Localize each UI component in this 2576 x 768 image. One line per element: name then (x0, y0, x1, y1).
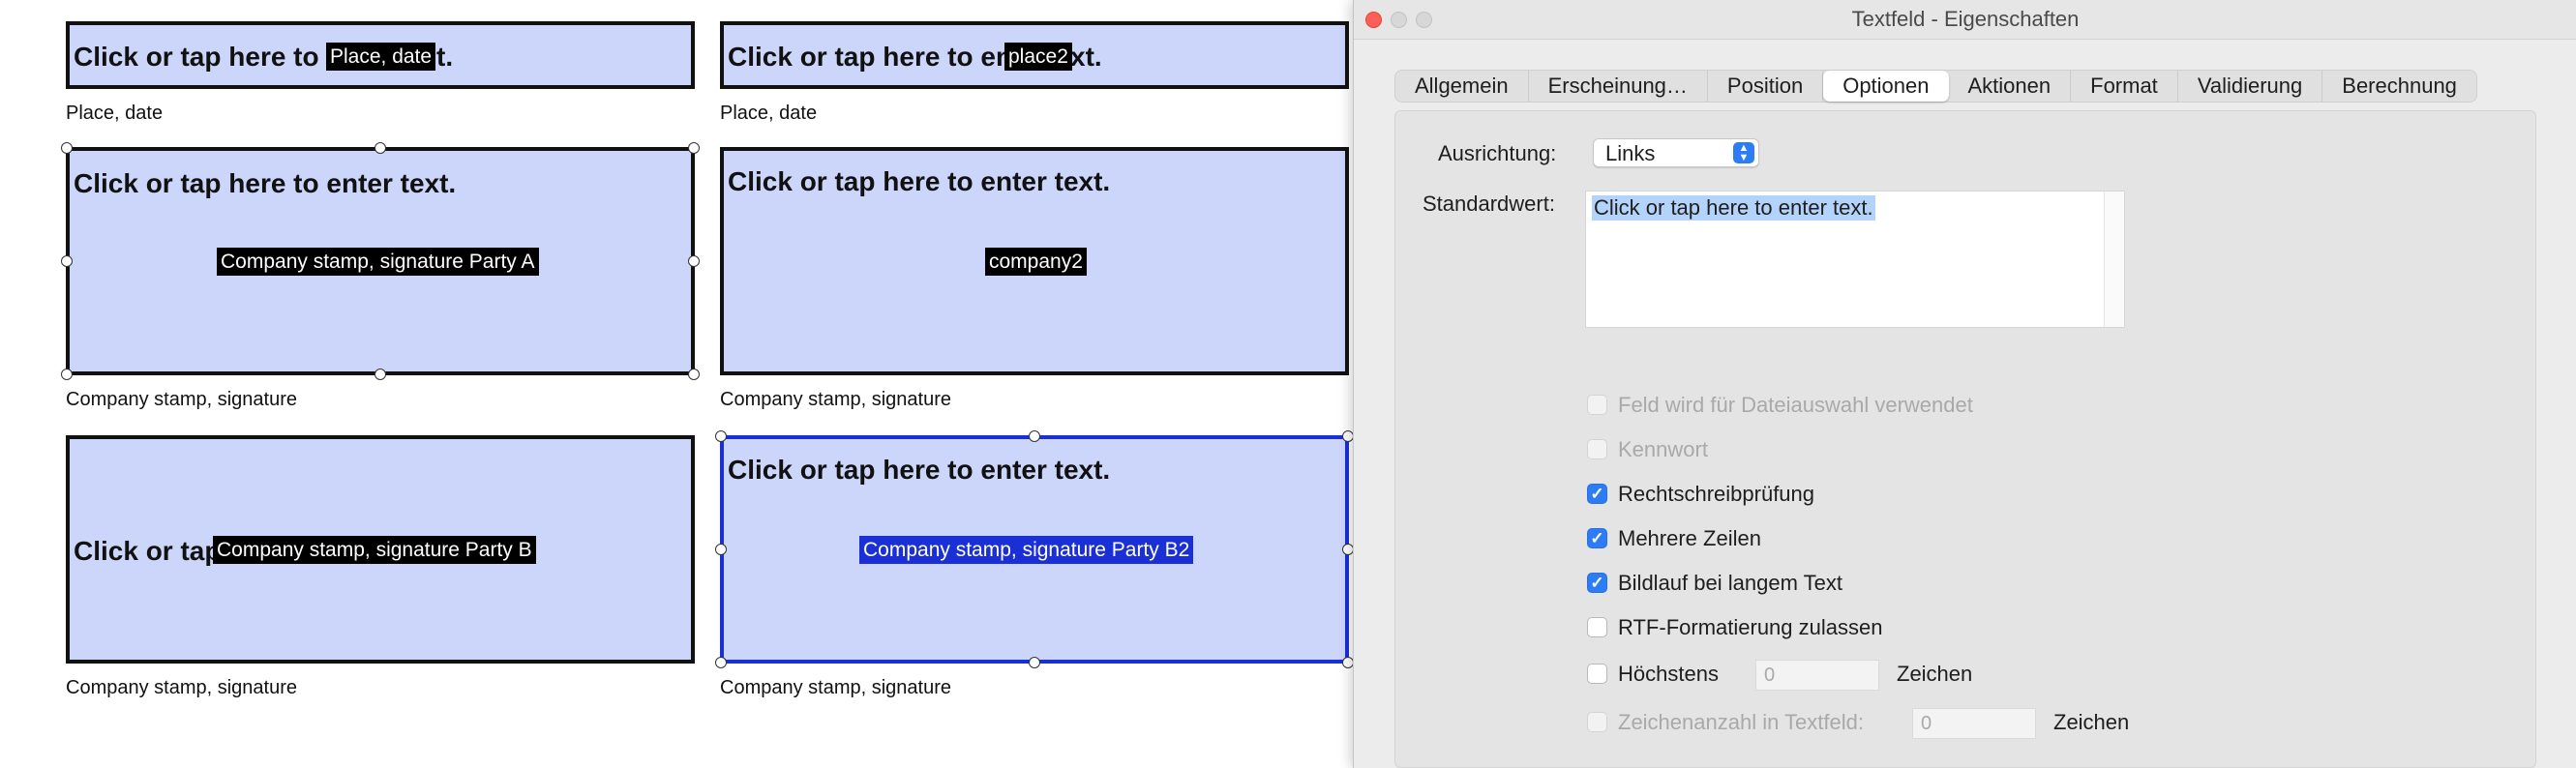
field-caption: Company stamp, signature (720, 677, 952, 698)
resize-handle[interactable] (374, 142, 386, 154)
resize-handle[interactable] (61, 369, 73, 380)
company-stamp-party-a-field[interactable]: Click or tap here to enter text. Company… (66, 147, 695, 375)
dialog-titlebar[interactable]: Textfeld - Eigenschaften (1354, 0, 2576, 40)
place-date-field-1[interactable]: Click or tap here to t. Place, date (66, 21, 695, 89)
company2-field[interactable]: Click or tap here to enter text. company… (720, 147, 1349, 375)
dialog-title: Textfeld - Eigenschaften (1851, 7, 2080, 31)
max-chars-value: 0 (1764, 665, 1776, 686)
comb-chars-checkbox[interactable] (1587, 712, 1607, 732)
comb-chars-input[interactable]: 0 (1912, 708, 2036, 739)
spellcheck-checkbox[interactable]: ✓ (1587, 484, 1607, 504)
comb-chars-unit: Zeichen (2053, 710, 2130, 734)
field-name-tag: company2 (985, 248, 1087, 276)
company-stamp-party-b2-field[interactable]: Click or tap here to enter text. Company… (720, 435, 1349, 664)
tab-berechnung[interactable]: Berechnung (2322, 71, 2476, 102)
resize-handle[interactable] (688, 255, 700, 267)
checkmark-icon: ✓ (1590, 574, 1604, 592)
resize-handle[interactable] (715, 657, 727, 668)
checkmark-icon: ✓ (1590, 529, 1604, 547)
file-select-checkbox[interactable] (1587, 395, 1607, 415)
resize-handle[interactable] (688, 142, 700, 154)
file-select-label: Feld wird für Dateiauswahl verwendet (1618, 393, 1973, 417)
resize-handle[interactable] (715, 430, 727, 442)
company-stamp-party-b-field[interactable]: Click or tap Company stamp, signature Pa… (66, 435, 695, 664)
tab-allgemein[interactable]: Allgemein (1395, 71, 1529, 102)
tab-erscheinung[interactable]: Erscheinung… (1529, 71, 1708, 102)
textfield-properties-dialog: Textfeld - Eigenschaften Allgemein Ersch… (1353, 0, 2576, 768)
field-placeholder-text: Click or tap here to enter text. (728, 166, 1111, 196)
field-caption: Company stamp, signature (66, 677, 298, 698)
field-name-tag: Company stamp, signature Party B (213, 536, 536, 564)
field-caption: Company stamp, signature (66, 389, 298, 410)
field-caption: Company stamp, signature (720, 389, 952, 410)
max-chars-checkbox[interactable] (1587, 664, 1607, 684)
tab-optionen[interactable]: Optionen (1823, 71, 1949, 102)
field-placeholder-text-end: xt. (1070, 42, 1102, 72)
resize-handle[interactable] (61, 255, 73, 267)
field-name-tag: Company stamp, signature Party A (217, 248, 539, 276)
resize-handle[interactable] (1029, 430, 1040, 442)
field-placeholder-text: Click or tap here to en (728, 42, 1013, 72)
default-value-text: Click or tap here to enter text. (1592, 195, 1875, 221)
field-placeholder-text: Click or tap here to enter text. (74, 168, 457, 198)
resize-handle[interactable] (1029, 657, 1040, 668)
comb-chars-label: Zeichenanzahl in Textfeld: (1618, 710, 1864, 734)
scroll-long-text-label: Bildlauf bei langem Text (1618, 571, 1842, 595)
max-chars-unit: Zeichen (1897, 662, 1973, 686)
textarea-scrollbar[interactable] (2104, 192, 2124, 327)
max-chars-input[interactable]: 0 (1755, 660, 1879, 691)
field-name-tag: place2 (1004, 43, 1072, 71)
field-placeholder-text-end: t. (436, 42, 454, 72)
resize-handle[interactable] (715, 544, 727, 555)
spellcheck-label: Rechtschreibprüfung (1618, 482, 1815, 506)
scroll-long-text-checkbox[interactable]: ✓ (1587, 573, 1607, 593)
field-placeholder-text: Click or tap (74, 536, 222, 566)
multiline-checkbox[interactable]: ✓ (1587, 528, 1607, 548)
rich-text-label: RTF-Formatierung zulassen (1618, 615, 1883, 639)
place-date-field-2[interactable]: Click or tap here to en xt. place2 (720, 21, 1349, 89)
alignment-label: Ausrichtung: (1438, 141, 1557, 165)
comb-chars-value: 0 (1921, 713, 1932, 734)
tab-validierung[interactable]: Validierung (2178, 71, 2323, 102)
resize-handle[interactable] (374, 369, 386, 380)
field-placeholder-text: Click or tap here to enter text. (728, 455, 1111, 485)
password-label: Kennwort (1618, 437, 1708, 461)
tab-format[interactable]: Format (2071, 71, 2178, 102)
password-checkbox[interactable] (1587, 439, 1607, 459)
max-chars-label: Höchstens (1618, 662, 1719, 686)
default-value-label: Standardwert: (1423, 192, 1555, 216)
field-caption: Place, date (720, 103, 818, 124)
field-name-tag: Company stamp, signature Party B2 (859, 536, 1194, 564)
tab-position[interactable]: Position (1708, 71, 1824, 102)
alignment-select[interactable]: Links ▲ ▼ (1593, 138, 1759, 167)
pdf-document-page: Click or tap here to t. Place, date Plac… (0, 0, 1355, 768)
field-caption: Place, date (66, 103, 164, 124)
alignment-select-value: Links (1605, 141, 1656, 165)
multiline-label: Mehrere Zeilen (1618, 526, 1761, 550)
tab-aktionen[interactable]: Aktionen (1949, 71, 2072, 102)
resize-handle[interactable] (688, 369, 700, 380)
tab-bar: Allgemein Erscheinung… Position Optionen… (1394, 70, 2477, 103)
checkmark-icon: ✓ (1590, 485, 1604, 503)
rich-text-checkbox[interactable] (1587, 617, 1607, 637)
updown-chevron-icon: ▲ ▼ (1733, 142, 1754, 163)
default-value-textarea[interactable]: Click or tap here to enter text. (1585, 191, 2125, 328)
field-name-tag: Place, date (326, 43, 436, 71)
field-placeholder-text: Click or tap here to (74, 42, 319, 72)
resize-handle[interactable] (61, 142, 73, 154)
